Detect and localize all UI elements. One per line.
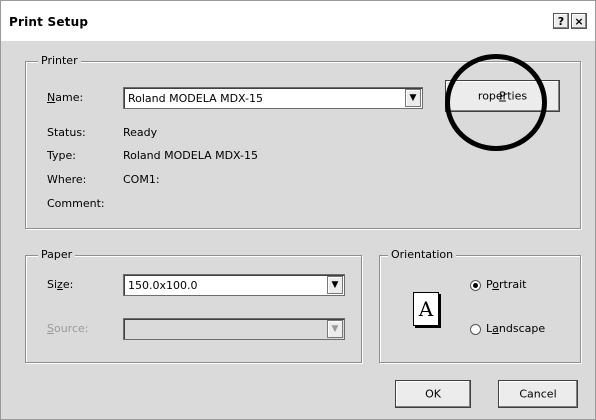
chevron-down-icon[interactable]: ▼ xyxy=(405,89,421,107)
paper-source-select[interactable]: ▼ xyxy=(123,318,345,340)
paper-size-select[interactable]: 150.0x100.0 ▼ xyxy=(123,274,345,296)
orientation-group: Orientation A Portrait Landscape xyxy=(379,248,581,363)
print-setup-dialog: Print Setup ? × Printer Name: Roland MOD… xyxy=(0,0,596,420)
size-label: Size: xyxy=(47,278,74,291)
orientation-legend: Orientation xyxy=(388,248,457,261)
ok-button[interactable]: OK xyxy=(395,380,471,408)
name-label: Name: xyxy=(47,91,84,104)
page-icon: A xyxy=(413,292,439,326)
portrait-radio[interactable] xyxy=(470,280,481,291)
landscape-radio[interactable] xyxy=(470,324,481,335)
where-value: COM1: xyxy=(123,173,160,186)
help-button[interactable]: ? xyxy=(553,13,569,29)
paper-size-value: 150.0x100.0 xyxy=(128,279,198,292)
window-title: Print Setup xyxy=(9,15,89,29)
status-label: Status: xyxy=(47,126,86,139)
landscape-label[interactable]: Landscape xyxy=(486,322,545,335)
cancel-button[interactable]: Cancel xyxy=(498,380,578,408)
properties-button[interactable]: Properties xyxy=(445,80,560,112)
status-value: Ready xyxy=(123,126,158,139)
title-bar: Print Setup ? × xyxy=(1,1,595,41)
printer-name-select[interactable]: Roland MODELA MDX-15 ▼ xyxy=(123,87,423,109)
type-value: Roland MODELA MDX-15 xyxy=(123,149,259,162)
paper-group: Paper Size: 150.0x100.0 ▼ Source: ▼ xyxy=(25,248,362,363)
printer-legend: Printer xyxy=(38,54,81,67)
printer-name-value: Roland MODELA MDX-15 xyxy=(128,92,264,105)
type-label: Type: xyxy=(47,149,76,162)
comment-label: Comment: xyxy=(47,197,105,210)
chevron-down-icon[interactable]: ▼ xyxy=(327,320,343,338)
portrait-label[interactable]: Portrait xyxy=(486,278,526,291)
paper-legend: Paper xyxy=(38,248,76,261)
printer-group: Printer Name: Roland MODELA MDX-15 ▼ Pro… xyxy=(25,54,581,229)
where-label: Where: xyxy=(47,173,87,186)
chevron-down-icon[interactable]: ▼ xyxy=(327,276,343,294)
close-button[interactable]: × xyxy=(571,13,587,29)
source-label: Source: xyxy=(47,322,89,335)
